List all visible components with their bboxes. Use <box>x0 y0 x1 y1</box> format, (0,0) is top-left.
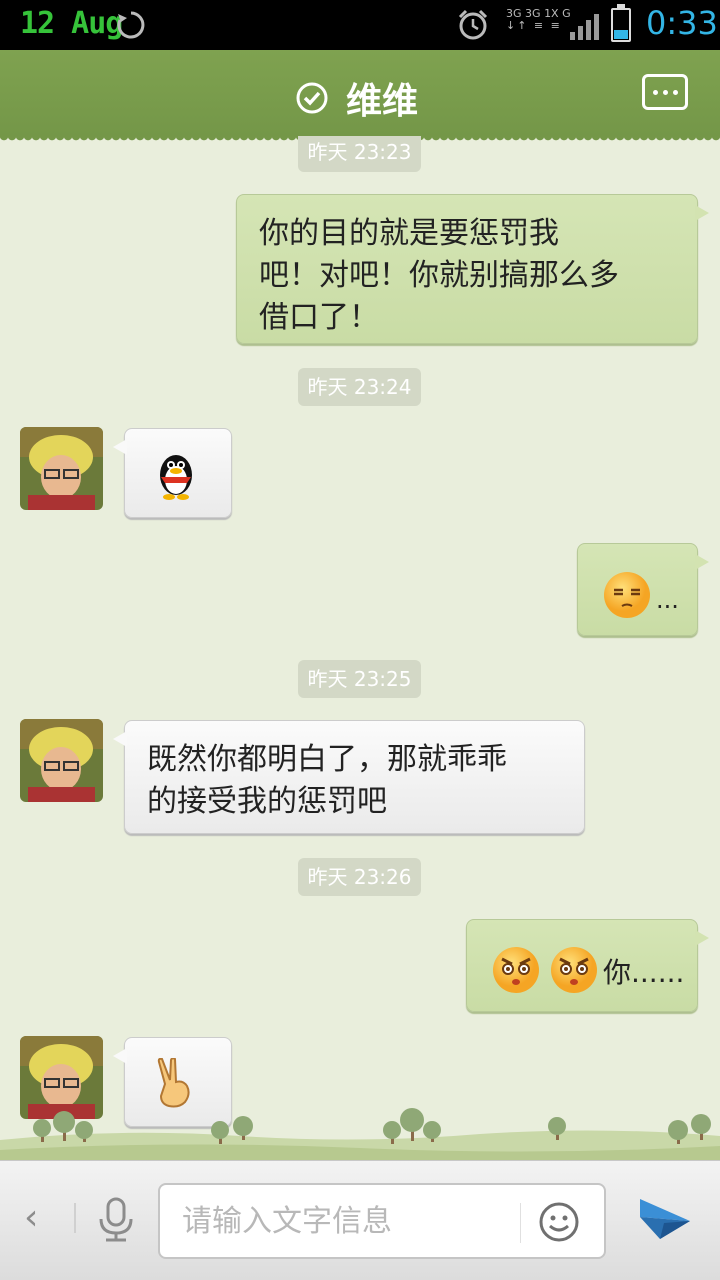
landscape-decoration <box>0 1108 720 1160</box>
incoming-message[interactable]: 既然你都明白了，那就乖乖 的接受我的惩罚吧 <box>113 720 585 834</box>
message-field-box <box>158 1183 606 1259</box>
sync-icon <box>116 10 146 44</box>
message-line: 既然你都明白了，那就乖乖 <box>147 742 507 777</box>
timestamp: 昨天 23:25 <box>298 660 421 698</box>
annoyed-face-icon <box>604 571 650 618</box>
status-bar: 12 Aug 3G 3G 1X G ↓↑ ≡ ≡ 0:33 <box>0 0 720 50</box>
status-time: 0:33 <box>646 4 718 42</box>
contact-name: 维维 <box>346 81 419 122</box>
more-dots-icon[interactable] <box>642 74 688 110</box>
signal-icon <box>570 10 602 44</box>
outgoing-message[interactable]: 你的目的就是要惩罚我 吧！对吧！你就别搞那么多 借口了！ <box>236 194 709 344</box>
message-line: 借口了！ <box>259 300 379 335</box>
send-icon[interactable] <box>638 1193 692 1247</box>
divider <box>520 1203 521 1243</box>
message-line: 你的目的就是要惩罚我 <box>259 216 559 251</box>
timestamp: 昨天 23:23 <box>298 136 421 172</box>
angry-face-icon <box>551 946 597 993</box>
battery-icon <box>611 4 631 42</box>
chat-title-bar: 维维 <box>0 50 720 142</box>
divider <box>74 1203 76 1233</box>
avatar[interactable] <box>20 719 103 802</box>
check-circle-icon <box>296 82 328 114</box>
chat-area[interactable]: 昨天 23:23 你的目的就是要惩罚我 吧！对吧！你就别搞那么多 借口了！ 昨天… <box>0 136 720 1160</box>
incoming-message[interactable] <box>113 428 232 518</box>
message-tail-text: ... <box>656 585 679 614</box>
alarm-icon <box>456 9 490 45</box>
status-date: 12 Aug <box>20 6 123 41</box>
outgoing-message[interactable]: 你...... <box>466 919 709 1012</box>
microphone-icon[interactable] <box>96 1197 136 1247</box>
avatar[interactable] <box>20 427 103 510</box>
network-indicators: 3G 3G 1X G ↓↑ ≡ ≡ <box>506 7 571 32</box>
message-line: 吧！对吧！你就别搞那么多 <box>259 258 619 293</box>
chevron-left-icon[interactable]: ‹ <box>24 1197 38 1238</box>
message-input-bar: ‹ <box>0 1160 720 1280</box>
timestamp: 昨天 23:24 <box>298 368 421 406</box>
message-line: 的接受我的惩罚吧 <box>147 784 387 819</box>
penguin-sticker-icon <box>160 455 192 500</box>
outgoing-message[interactable]: ... <box>577 543 709 636</box>
message-tail-text: 你...... <box>603 955 685 989</box>
message-input[interactable] <box>182 1199 502 1243</box>
timestamp: 昨天 23:26 <box>298 858 421 896</box>
angry-face-icon <box>493 946 539 993</box>
emoji-icon[interactable] <box>538 1201 580 1247</box>
